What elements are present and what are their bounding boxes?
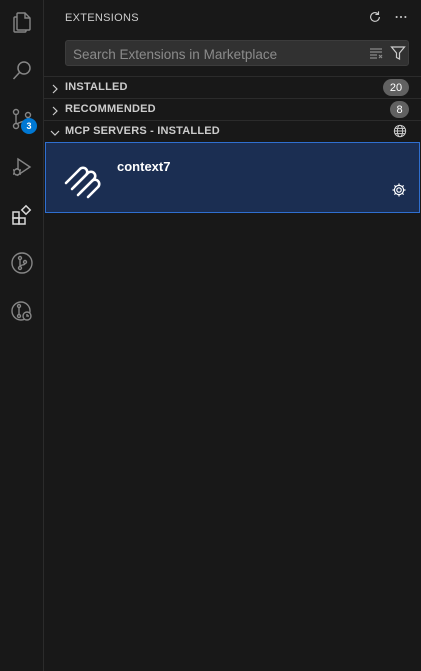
source-control-icon[interactable]	[0, 97, 44, 141]
section-recommended[interactable]: RECOMMENDED 8	[44, 98, 421, 120]
search-input[interactable]	[66, 41, 365, 67]
run-debug-icon[interactable]	[0, 145, 44, 189]
title-actions	[367, 9, 409, 25]
chevron-down-icon	[49, 126, 61, 138]
search-icon[interactable]	[0, 49, 44, 93]
globe-icon[interactable]	[393, 124, 407, 138]
clear-filter-icon[interactable]	[368, 45, 384, 61]
section-mcp-servers[interactable]: MCP SERVERS - INSTALLED	[44, 120, 421, 142]
section-label: INSTALLED	[65, 81, 128, 93]
search-box	[65, 40, 409, 67]
extensions-icon[interactable]	[0, 193, 44, 237]
git-history-icon[interactable]	[0, 289, 44, 333]
section-installed[interactable]: INSTALLED 20	[44, 76, 421, 98]
activity-bar: 3	[0, 0, 44, 671]
mcp-server-item[interactable]: context7	[45, 142, 420, 213]
mcp-server-name: context7	[117, 159, 171, 174]
source-control-badge: 3	[21, 118, 37, 134]
chevron-right-icon	[49, 82, 61, 94]
git-graph-icon[interactable]	[0, 241, 44, 285]
context7-logo-icon	[60, 157, 104, 201]
gear-icon[interactable]	[391, 182, 407, 198]
count-badge: 8	[390, 101, 409, 118]
section-label: RECOMMENDED	[65, 103, 156, 115]
chevron-right-icon	[49, 104, 61, 116]
extensions-sidebar: EXTENSIONS INSTALLED 20 RECOMMENDED 8	[44, 0, 421, 671]
filter-icon[interactable]	[390, 45, 406, 61]
refresh-icon[interactable]	[367, 9, 383, 25]
more-actions-icon[interactable]	[393, 9, 409, 25]
section-label: MCP SERVERS - INSTALLED	[65, 125, 220, 137]
count-badge: 20	[383, 79, 409, 96]
panel-title: EXTENSIONS	[65, 12, 139, 24]
explorer-icon[interactable]	[0, 0, 44, 44]
